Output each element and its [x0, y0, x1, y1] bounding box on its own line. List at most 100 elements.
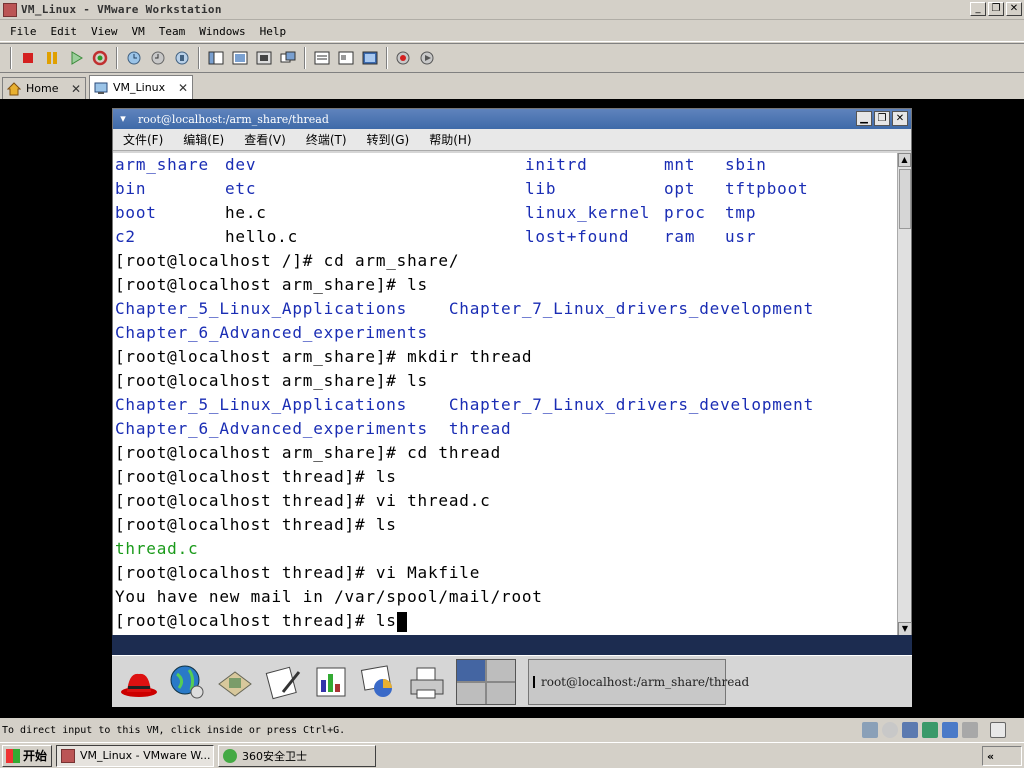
tab-vm-linux[interactable]: VM_Linux ✕ — [89, 75, 193, 99]
summary-view-button[interactable] — [311, 47, 333, 69]
toolbar-separator — [304, 47, 306, 69]
ls-entry: boot — [115, 203, 157, 222]
workspace-2[interactable] — [487, 659, 515, 681]
tray-expand-icon[interactable]: « — [987, 750, 994, 763]
spreadsheet-launcher[interactable] — [308, 659, 354, 705]
workspace-switcher[interactable] — [456, 658, 516, 705]
presentation-launcher[interactable] — [356, 659, 402, 705]
menu-windows[interactable]: Windows — [199, 25, 245, 38]
menu-view[interactable]: View — [91, 25, 118, 38]
menu-help[interactable]: Help — [260, 25, 287, 38]
guest-minimize-button[interactable]: ▁ — [856, 111, 872, 126]
message-log-icon[interactable] — [990, 722, 1006, 738]
web-browser-launcher[interactable] — [164, 659, 210, 705]
hard-disk-icon[interactable] — [862, 722, 878, 738]
quick-switch-icon — [232, 51, 248, 65]
scroll-down-arrow-icon[interactable]: ▼ — [898, 622, 912, 636]
print-manager-launcher[interactable] — [404, 659, 450, 705]
full-screen-button[interactable] — [253, 47, 275, 69]
terminal-scrollbar[interactable]: ▲ ▼ — [897, 153, 912, 636]
guest-menu-edit[interactable]: 编辑(E) — [183, 131, 224, 148]
ls-entry: c2 — [115, 227, 136, 246]
snapshot-manager-button[interactable] — [171, 47, 193, 69]
menu-vm[interactable]: VM — [132, 25, 145, 38]
terminal-output[interactable]: arm_share dev initrd mnt sbin bin etc lib opt tf… — [113, 153, 899, 636]
scroll-up-arrow-icon[interactable]: ▲ — [898, 153, 911, 167]
record-button[interactable] — [393, 47, 415, 69]
menu-edit[interactable]: Edit — [51, 25, 78, 38]
guest-taskbar-item[interactable]: root@localhost:/arm_share/thread — [528, 658, 749, 705]
console-view-button[interactable] — [359, 47, 381, 69]
tab-vm-linux-label: VM_Linux — [113, 81, 166, 94]
guest-menu-terminal[interactable]: 终端(T) — [306, 131, 347, 148]
tab-vm-linux-close-icon[interactable]: ✕ — [178, 81, 188, 95]
cd-rom-icon[interactable] — [882, 722, 898, 738]
ls-entry: proc — [664, 203, 706, 222]
menu-bar: File Edit View VM Team Windows Help — [0, 21, 1024, 42]
floppy-icon[interactable] — [902, 722, 918, 738]
unity-icon — [280, 51, 296, 63]
replay-button[interactable] — [417, 47, 439, 69]
guest-terminal-window[interactable]: ▾ root@localhost:/arm_share/thread ▁ ❐ ✕… — [112, 108, 912, 636]
quick-switch-button[interactable] — [229, 47, 251, 69]
taskbar-item-vmware[interactable]: VM_Linux - VMware W... — [56, 744, 214, 767]
pause-icon — [47, 52, 57, 64]
globe-icon — [170, 665, 204, 698]
system-tray[interactable]: « — [982, 746, 1022, 766]
menu-file[interactable]: File — [10, 25, 37, 38]
guest-close-button[interactable]: ✕ — [892, 111, 908, 126]
guest-title-bar[interactable]: ▾ root@localhost:/arm_share/thread ▁ ❐ ✕ — [113, 109, 911, 129]
reset-icon — [92, 50, 108, 66]
guest-menu-file[interactable]: 文件(F) — [123, 131, 163, 148]
reset-button[interactable] — [89, 47, 111, 69]
power-off-button[interactable] — [17, 47, 39, 69]
ls-entry: hello.c — [225, 227, 299, 246]
ls-entry: linux_kernel — [525, 203, 651, 222]
guest-menu-help[interactable]: 帮助(H) — [429, 131, 471, 148]
appliance-view-button[interactable] — [335, 47, 357, 69]
stop-icon — [23, 53, 33, 63]
vmware-app-icon — [3, 2, 17, 17]
email-launcher[interactable] — [212, 659, 258, 705]
restore-button[interactable]: ❐ — [988, 2, 1004, 16]
terminal-line: Chapter_6_Advanced_experiments — [115, 323, 428, 342]
snapshot-button[interactable] — [123, 47, 145, 69]
terminal-line: [root@localhost arm_share]# mkdir thread — [115, 347, 533, 366]
ls-row: c2 hello.c lost+found ram usr — [115, 225, 897, 249]
workspace-4[interactable] — [487, 682, 515, 704]
scroll-thumb[interactable] — [899, 169, 911, 229]
guest-menu-view[interactable]: 查看(V) — [244, 131, 286, 148]
record-icon — [396, 51, 410, 65]
main-menu-button[interactable] — [116, 659, 162, 705]
ls-entry: sbin — [725, 155, 767, 174]
unity-button[interactable] — [277, 47, 299, 69]
guest-maximize-button[interactable]: ❐ — [874, 111, 890, 126]
guest-menu-go[interactable]: 转到(G) — [367, 131, 410, 148]
ls-entry: tftpboot — [725, 179, 809, 198]
network-icon[interactable] — [922, 722, 938, 738]
writer-launcher[interactable] — [260, 659, 306, 705]
close-button[interactable]: ✕ — [1006, 2, 1022, 16]
ls-entry: arm_share — [115, 155, 209, 174]
workspace-1[interactable] — [457, 659, 485, 681]
status-bar: To direct input to this VM, click inside… — [0, 718, 1024, 742]
suspend-button[interactable] — [41, 47, 63, 69]
terminal-prompt-line[interactable]: [root@localhost thread]# ls — [115, 609, 897, 633]
tab-home[interactable]: Home ✕ — [2, 77, 86, 99]
console-icon — [362, 51, 378, 65]
menu-team[interactable]: Team — [159, 25, 186, 38]
taskbar-item-360[interactable]: 360安全卫士 — [218, 744, 376, 767]
start-button[interactable]: 开始 — [2, 744, 52, 767]
show-sidebar-button[interactable] — [205, 47, 227, 69]
ls-entry: bin — [115, 179, 147, 198]
tab-home-close-icon[interactable]: ✕ — [71, 82, 81, 96]
terminal-line: [root@localhost thread]# ls — [115, 515, 397, 534]
usb-icon[interactable] — [942, 722, 958, 738]
window-menu-icon[interactable]: ▾ — [116, 112, 130, 126]
workspace-3[interactable] — [457, 682, 485, 704]
ls-entry: etc — [225, 179, 257, 198]
power-on-button[interactable] — [65, 47, 87, 69]
revert-snapshot-button[interactable] — [147, 47, 169, 69]
sound-icon[interactable] — [962, 722, 978, 738]
minimize-button[interactable]: _ — [970, 2, 986, 16]
